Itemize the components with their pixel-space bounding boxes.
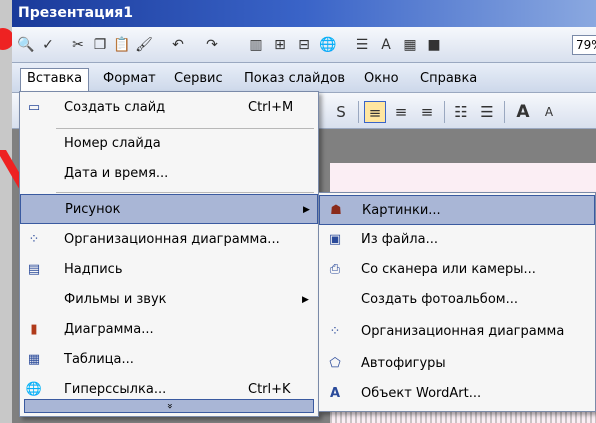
menu-item-label: Номер слайда	[64, 136, 161, 151]
menu-tools[interactable]: Сервис	[168, 69, 229, 89]
submenu-item-label: Организационная диаграмма	[361, 324, 565, 339]
org-chart-icon: ⁘	[329, 324, 341, 339]
menu-item-label: Рисунок	[65, 202, 121, 217]
menu-item-text-box[interactable]: ▤ Надпись	[20, 255, 318, 285]
title-bar: Презентация1	[12, 0, 596, 27]
menu-item-label: Диаграмма...	[64, 322, 154, 337]
spelling-icon[interactable]: ✓	[38, 35, 58, 55]
submenu-item-wordart[interactable]: A Объект WordArt...	[319, 379, 595, 409]
submenu-item-photo-album[interactable]: Создать фотоальбом...	[319, 285, 595, 315]
from-file-icon: ▣	[328, 232, 342, 247]
menu-format[interactable]: Формат	[97, 69, 162, 89]
submenu-item-clip-art[interactable]: ☗ Картинки...	[319, 195, 595, 225]
submenu-item-label: Картинки...	[362, 203, 441, 218]
menu-item-table[interactable]: ▦ Таблица...	[20, 345, 318, 375]
insert-hyperlink-icon[interactable]: 🌐	[318, 35, 338, 55]
cut-icon[interactable]: ✂	[68, 35, 88, 55]
menu-tools-label: Сервис	[174, 71, 223, 86]
menu-item-chart[interactable]: ▮ Диаграмма...	[20, 315, 318, 345]
submenu-item-label: Создать фотоальбом...	[361, 292, 518, 307]
window-title: Презентация1	[18, 5, 134, 21]
submenu-item-label: Из файла...	[361, 232, 438, 247]
menu-item-label: Надпись	[64, 262, 123, 277]
bullets-icon[interactable]: ☰	[476, 101, 498, 123]
scanner-icon: ⎙	[329, 262, 341, 277]
zoom-select[interactable]: 79%	[572, 35, 596, 55]
menu-item-new-slide[interactable]: ▭ Создать слайд Ctrl+M	[20, 93, 318, 123]
text-box-icon: ▤	[27, 262, 41, 277]
chart-icon: ▮	[30, 322, 38, 337]
menu-item-label: Фильмы и звук	[64, 292, 167, 307]
menu-item-label: Организационная диаграмма...	[64, 232, 280, 247]
format-painter-icon[interactable]: 🖌	[134, 35, 154, 55]
submenu-item-label: Автофигуры	[361, 356, 446, 371]
submenu-item-from-file[interactable]: ▣ Из файла...	[319, 225, 595, 255]
org-chart-icon: ⁘	[28, 232, 40, 247]
clip-art-icon: ☗	[330, 203, 342, 218]
menu-insert-label: Вставка	[27, 71, 83, 86]
submenu-item-label: Со сканера или камеры...	[361, 262, 536, 277]
submenu-item-scanner[interactable]: ⎙ Со сканера или камеры...	[319, 255, 595, 285]
menu-item-shortcut: Ctrl+M	[248, 100, 294, 115]
menu-item-label: Дата и время...	[64, 166, 169, 181]
table-icon: ▦	[27, 352, 41, 367]
show-formatting-icon[interactable]: A	[376, 35, 396, 55]
redo-icon[interactable]: ↷	[202, 35, 222, 55]
decrease-font-icon[interactable]: A	[538, 101, 560, 123]
menu-help-label: Справка	[420, 71, 478, 86]
menu-item-movies-sound[interactable]: Фильмы и звук ▶	[20, 285, 318, 315]
align-center-icon[interactable]: ≡	[390, 101, 412, 123]
numbering-icon[interactable]: ☷	[450, 101, 472, 123]
paste-icon[interactable]: 📋	[112, 35, 132, 55]
submenu-item-autoshapes[interactable]: ⬠ Автофигуры	[319, 349, 595, 379]
menu-separator	[56, 192, 314, 193]
menu-slideshow-label: Показ слайдов	[244, 71, 346, 86]
menu-item-label: Создать слайд	[64, 100, 166, 115]
print-preview-icon[interactable]: 🔍	[16, 35, 36, 55]
copy-icon[interactable]: ❐	[90, 35, 110, 55]
submenu-arrow-icon: ▶	[303, 205, 310, 215]
show-grid-icon[interactable]: ▦	[400, 35, 420, 55]
menu-item-date-time[interactable]: Дата и время...	[20, 159, 318, 189]
menu-help[interactable]: Справка	[414, 69, 483, 89]
menu-item-picture[interactable]: Рисунок ▶	[20, 194, 318, 224]
insert-table-icon[interactable]: ⊞	[270, 35, 290, 55]
menu-item-label: Таблица...	[64, 352, 134, 367]
submenu-item-org-chart[interactable]: ⁘ Организационная диаграмма	[319, 317, 595, 347]
toolbar-separator	[444, 101, 445, 123]
align-right-icon[interactable]: ≡	[416, 101, 438, 123]
expand-icon[interactable]: ☰	[352, 35, 372, 55]
toolbar-separator	[358, 101, 359, 123]
chevron-down-icon: »	[164, 402, 175, 410]
insert-chart-icon[interactable]: ▥	[246, 35, 266, 55]
new-slide-icon: ▭	[27, 100, 41, 115]
increase-font-icon[interactable]: A	[512, 101, 534, 123]
menu-item-org-chart[interactable]: ⁘ Организационная диаграмма...	[20, 225, 318, 255]
wordart-icon: A	[329, 386, 341, 401]
menu-expand-button[interactable]: »	[24, 399, 314, 413]
undo-icon[interactable]: ↶	[168, 35, 188, 55]
tables-borders-icon[interactable]: ⊟	[294, 35, 314, 55]
align-left-icon[interactable]: ≡	[364, 101, 386, 123]
zoom-value: 79%	[576, 38, 596, 52]
window-frame-left	[0, 0, 12, 423]
submenu-arrow-icon: ▶	[302, 295, 309, 305]
menu-slideshow[interactable]: Показ слайдов	[238, 69, 351, 89]
color-grayscale-icon[interactable]: ■	[424, 35, 444, 55]
insert-menu: ▭ Создать слайд Ctrl+M Номер слайда Дата…	[19, 91, 319, 417]
menu-window-label: Окно	[364, 71, 399, 86]
shadow-icon[interactable]: S	[330, 101, 352, 123]
picture-submenu: ☗ Картинки... ▣ Из файла... ⎙ Со сканера…	[318, 192, 596, 412]
menu-format-label: Формат	[103, 71, 156, 86]
menu-window[interactable]: Окно	[358, 69, 405, 89]
submenu-item-label: Объект WordArt...	[361, 386, 482, 401]
autoshapes-icon: ⬠	[329, 356, 341, 371]
hyperlink-icon: 🌐	[25, 382, 43, 397]
menu-item-slide-number[interactable]: Номер слайда	[20, 129, 318, 159]
toolbar-separator	[504, 101, 505, 123]
menu-bar: Вставка Формат Сервис Показ слайдов Окно…	[12, 63, 596, 94]
standard-toolbar: 🔍 ✓ ✂ ❐ 📋 🖌 ↶ ↷ ▥ ⊞ ⊟ 🌐 ☰ A ▦ ■ 79%	[12, 27, 596, 63]
